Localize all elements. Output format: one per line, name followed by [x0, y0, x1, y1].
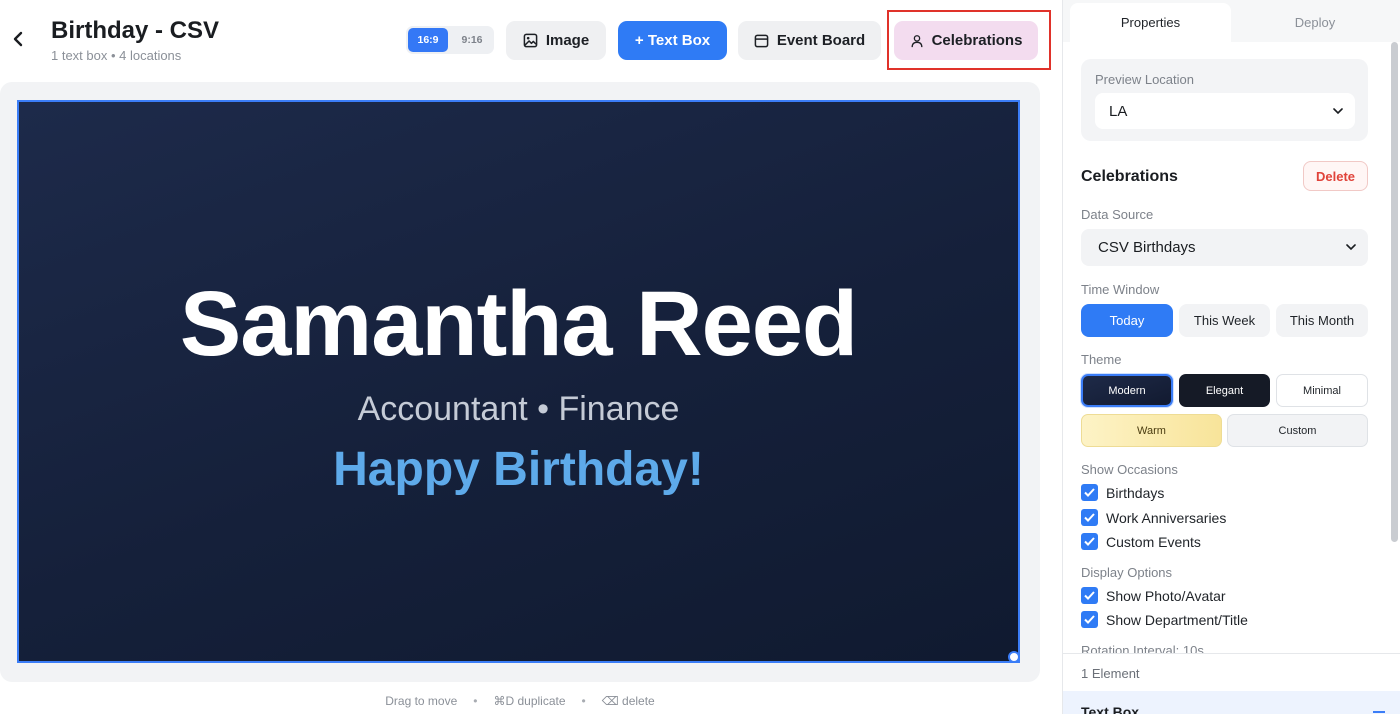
data-source-value: CSV Birthdays: [1098, 239, 1196, 256]
time-window-today[interactable]: Today: [1081, 304, 1173, 337]
page-subtitle: 1 text box • 4 locations: [51, 48, 182, 63]
show-department-title-label: Show Department/Title: [1106, 611, 1248, 628]
image-icon: [523, 33, 538, 48]
resize-handle[interactable]: [1008, 651, 1020, 663]
add-text-box-button[interactable]: + Text Box: [618, 21, 727, 60]
rotation-interval-clip: Rotation Interval: 10s: [1063, 640, 1389, 653]
slide-canvas[interactable]: [17, 100, 1020, 663]
calendar-icon: [754, 34, 769, 48]
checkbox-checked-icon: [1081, 509, 1098, 526]
aspect-ratio-toggle: 16:9 9:16: [406, 26, 494, 54]
image-button-label: Image: [545, 32, 590, 49]
checkbox-checked-icon: [1081, 484, 1098, 501]
checkbox-checked-icon: [1081, 611, 1098, 628]
theme-warm[interactable]: Warm: [1081, 414, 1222, 447]
delete-button[interactable]: Delete: [1303, 161, 1368, 191]
highlight-box: [887, 10, 1051, 70]
checkbox-checked-icon: [1081, 587, 1098, 604]
preview-location-value: LA: [1109, 102, 1128, 120]
theme-label: Theme: [1081, 352, 1122, 367]
panel-tabs: Properties Deploy: [1063, 0, 1400, 42]
occasion-work-anniversaries-label: Work Anniversaries: [1106, 509, 1227, 526]
chevron-down-icon: [1333, 107, 1343, 114]
event-board-label: Event Board: [776, 32, 866, 49]
hint-delete: ⌫ delete: [601, 694, 655, 708]
tab-properties[interactable]: Properties: [1070, 3, 1231, 42]
time-window-this-week[interactable]: This Week: [1179, 304, 1270, 337]
data-source-label: Data Source: [1081, 207, 1154, 222]
elements-list: 1 Element Text Box: [1063, 653, 1400, 714]
app: Birthday - CSV 1 text box • 4 locations …: [0, 0, 1400, 714]
tab-deploy[interactable]: Deploy: [1231, 3, 1399, 42]
element-item-text-box[interactable]: Text Box: [1063, 691, 1400, 714]
occasion-custom-events-checkbox[interactable]: Custom Events: [1081, 533, 1201, 550]
page-title: Birthday - CSV: [51, 17, 220, 44]
hint-duplicate: ⌘D duplicate: [493, 694, 566, 708]
theme-minimal[interactable]: Minimal: [1276, 374, 1368, 407]
theme-modern[interactable]: Modern: [1081, 374, 1173, 407]
celebrant-name[interactable]: Samantha Reed: [17, 272, 1020, 377]
time-window-label: Time Window: [1081, 282, 1160, 297]
element-item-label: Text Box: [1081, 704, 1140, 714]
image-button[interactable]: Image: [506, 21, 606, 60]
preview-location-label: Preview Location: [1095, 72, 1194, 87]
rotation-interval-label: Rotation Interval: 10s: [1081, 643, 1204, 653]
occasion-birthdays-label: Birthdays: [1106, 484, 1165, 501]
celebrations-section-title: Celebrations: [1081, 168, 1178, 185]
occasion-birthdays-checkbox[interactable]: Birthdays: [1081, 484, 1164, 501]
celebrant-role[interactable]: Accountant • Finance: [17, 390, 1020, 429]
occasion-work-anniversaries-checkbox[interactable]: Work Anniversaries: [1081, 509, 1226, 526]
checkbox-checked-icon: [1081, 533, 1098, 550]
time-window-this-month[interactable]: This Month: [1276, 304, 1368, 337]
ratio-16-9-button[interactable]: 16:9: [408, 28, 448, 52]
display-options-label: Display Options: [1081, 565, 1173, 580]
theme-custom[interactable]: Custom: [1227, 414, 1368, 447]
chevron-down-icon: [1346, 244, 1356, 251]
show-photo-avatar-checkbox[interactable]: Show Photo/Avatar: [1081, 587, 1226, 604]
show-photo-avatar-label: Show Photo/Avatar: [1106, 587, 1226, 604]
preview-location-select[interactable]: LA: [1095, 93, 1355, 129]
chevron-left-icon: [13, 31, 23, 47]
event-board-button[interactable]: Event Board: [738, 21, 881, 60]
show-occasions-label: Show Occasions: [1081, 462, 1178, 477]
hint-drag: Drag to move: [385, 694, 458, 708]
add-text-box-label: + Text Box: [634, 32, 711, 49]
element-count: 1 Element: [1081, 666, 1140, 681]
show-department-title-checkbox[interactable]: Show Department/Title: [1081, 611, 1248, 628]
ratio-9-16-button[interactable]: 9:16: [452, 28, 492, 52]
greeting-text[interactable]: Happy Birthday!: [17, 442, 1020, 497]
hint-separator: •: [581, 694, 586, 708]
theme-elegant[interactable]: Elegant: [1179, 374, 1270, 407]
hint-separator: •: [473, 694, 478, 708]
collapse-icon[interactable]: [1373, 711, 1385, 713]
data-source-select[interactable]: CSV Birthdays: [1081, 229, 1368, 266]
occasion-custom-events-label: Custom Events: [1106, 533, 1201, 550]
back-button[interactable]: [8, 28, 28, 50]
canvas-hints: Drag to move • ⌘D duplicate • ⌫ delete: [0, 694, 1040, 708]
panel-scrollbar[interactable]: [1391, 42, 1398, 542]
